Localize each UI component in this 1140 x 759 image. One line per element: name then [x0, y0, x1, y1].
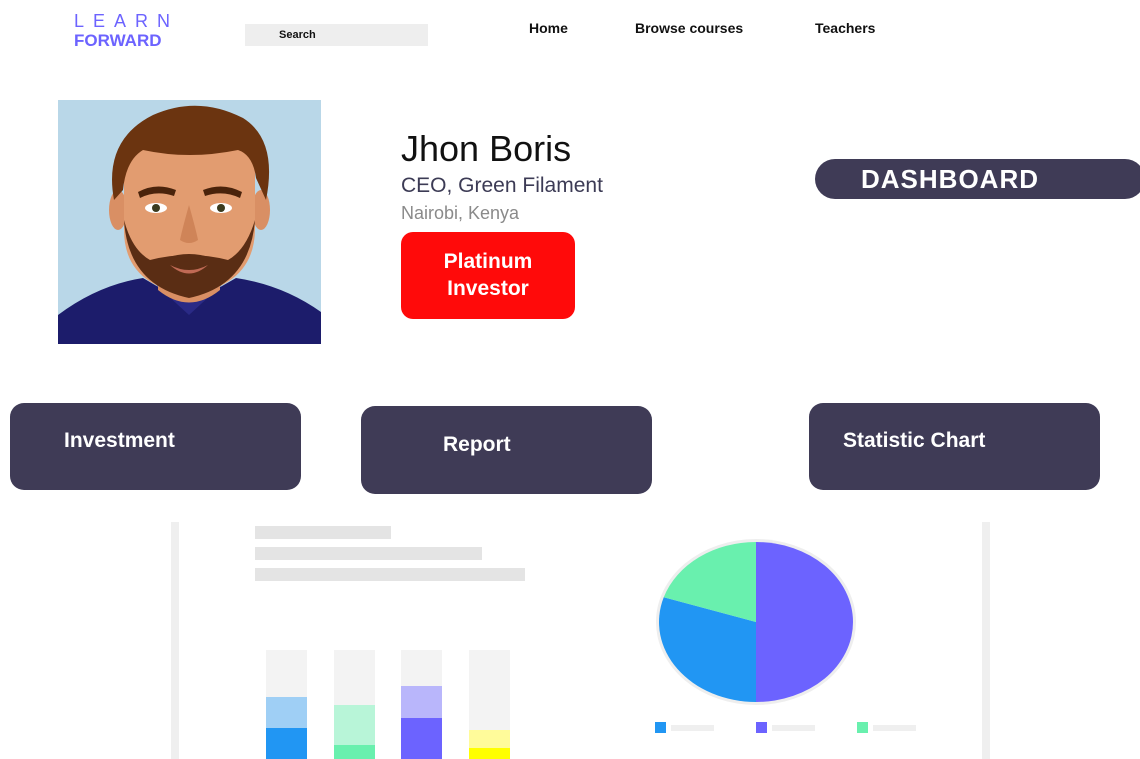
learn-forward-logo[interactable]: LEARN FORWARD — [74, 12, 179, 49]
legend-swatch — [857, 722, 868, 733]
bar-segment — [401, 717, 442, 759]
illustration-left-edge — [171, 522, 179, 759]
placeholder-line — [255, 568, 525, 581]
nav-home[interactable]: Home — [529, 20, 568, 36]
bar-segment-light — [266, 696, 307, 729]
placeholder-line — [255, 526, 391, 539]
bar-segment — [468, 748, 510, 759]
legend-placeholder-line — [873, 725, 916, 731]
profile-location: Nairobi, Kenya — [401, 203, 520, 223]
bar-segment — [266, 728, 307, 759]
bar-segment — [333, 744, 375, 759]
bar-segment-light — [468, 729, 510, 749]
bar-segment-light — [333, 704, 375, 745]
bar-segment-light — [401, 685, 442, 718]
profile-name: Jhon Boris — [401, 128, 572, 169]
placeholder-line — [255, 547, 482, 560]
legend-placeholder-line — [671, 725, 714, 731]
search-input[interactable] — [245, 24, 428, 46]
profile-title: CEO, Green Filament — [401, 174, 603, 197]
investment-card[interactable]: Investment — [10, 403, 301, 490]
bar — [468, 650, 510, 759]
investment-card-label: Investment — [64, 429, 175, 452]
legend-swatch — [756, 722, 767, 733]
legend-placeholder-line — [772, 725, 815, 731]
pie-slice — [756, 542, 853, 702]
investor-badge: Platinum Investor — [401, 232, 575, 319]
bar — [401, 650, 442, 759]
report-card-label: Report — [443, 433, 511, 456]
logo-line-1: LEARN — [74, 11, 180, 31]
illustration-right-edge — [982, 522, 990, 759]
avatar-illustration — [58, 105, 321, 344]
report-card[interactable]: Report — [361, 406, 652, 494]
nav-teachers[interactable]: Teachers — [815, 20, 875, 36]
logo-line-2: FORWARD — [74, 31, 162, 50]
bar — [266, 650, 307, 759]
pie-legend — [655, 722, 925, 734]
statistic-chart-card[interactable]: Statistic Chart — [809, 403, 1100, 490]
profile-avatar — [58, 100, 321, 344]
bar-illustration — [266, 650, 511, 759]
dashboard-button[interactable]: DASHBOARD — [815, 159, 1140, 199]
dashboard-label: DASHBOARD — [861, 164, 1039, 194]
legend-swatch — [655, 722, 666, 733]
bar — [333, 650, 375, 759]
investor-badge-label: Platinum Investor — [443, 250, 533, 300]
statistic-chart-card-label: Statistic Chart — [843, 429, 986, 452]
pie-illustration — [656, 539, 856, 705]
nav-browse-courses[interactable]: Browse courses — [635, 20, 743, 36]
